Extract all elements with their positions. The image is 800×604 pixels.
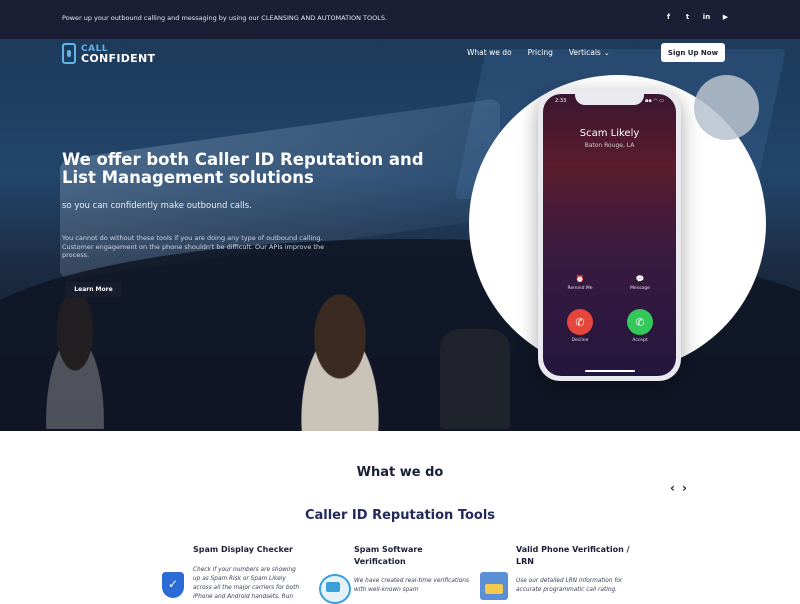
remind-me-action: ⏰ Remind Me <box>560 275 600 291</box>
linkedin-icon[interactable]: in <box>702 13 711 21</box>
nav-item-what-we-do[interactable]: What we do <box>467 48 512 57</box>
youtube-icon[interactable]: ▶ <box>721 13 730 21</box>
phone-home-indicator <box>585 370 635 372</box>
shield-check-icon <box>160 572 188 600</box>
top-announcement-bar: Power up your outbound calling and messa… <box>0 0 800 39</box>
lrn-document-icon <box>480 572 508 600</box>
phone-status-icons: ▪▪ ◠ ▭ <box>644 98 664 104</box>
nav-item-verticals-label: Verticals <box>568 48 601 57</box>
sign-up-button[interactable]: Sign Up Now <box>661 43 725 62</box>
hero-background-chair <box>440 329 510 429</box>
caller-name: Scam Likely <box>579 128 640 139</box>
card-title-spam-display[interactable]: Spam Display Checker <box>193 544 333 556</box>
main-navigation: CALL CONFIDENT What we do Pricing Vertic… <box>0 39 800 67</box>
alarm-icon: ⏰ <box>575 275 585 283</box>
learn-more-button[interactable]: Learn More <box>65 282 122 297</box>
nav-item-pricing[interactable]: Pricing <box>528 48 553 57</box>
phone-notch <box>575 94 644 105</box>
carousel-next-arrow-icon[interactable]: › <box>682 481 687 495</box>
card-text-lrn: Use our detailed LRN information for acc… <box>516 578 623 593</box>
hero-paragraph: You cannot do without these tools if you… <box>62 234 325 259</box>
phone-logo-icon <box>62 43 76 64</box>
section-subheading: Caller ID Reputation Tools <box>304 508 496 523</box>
caller-location: Baton Rouge, LA <box>584 142 635 149</box>
social-links: f t in ▶ <box>664 13 730 21</box>
section-heading: What we do <box>356 465 444 480</box>
announcement-text: Power up your outbound calling and messa… <box>62 14 388 22</box>
carousel-arrows: ‹ › <box>670 481 687 495</box>
nav-menu: What we do Pricing Verticals ⌄ <box>467 48 610 57</box>
message-label: Message <box>630 286 650 291</box>
chevron-down-icon: ⌄ <box>603 49 610 57</box>
phone-screen: 2:33 ▪▪ ◠ ▭ Scam Likely Baton Rouge, LA … <box>543 94 676 376</box>
logo-text-line2: CONFIDENT <box>81 51 156 65</box>
decorative-circle <box>694 75 759 140</box>
decline-call-icon: ✆ <box>567 309 593 335</box>
hero-title: We offer both Caller ID Reputation and L… <box>62 150 424 187</box>
card-title-lrn[interactable]: Valid Phone Verification / LRN <box>516 544 641 568</box>
message-action: 💬 Message <box>620 275 660 291</box>
hero-subtitle: so you can confidently make outbound cal… <box>62 201 252 211</box>
message-bubble-icon: 💬 <box>635 275 645 283</box>
hero-background-person <box>30 289 120 429</box>
site-logo[interactable]: CALL CONFIDENT <box>62 43 155 64</box>
remind-me-label: Remind Me <box>567 286 593 291</box>
phone-mockup: 2:33 ▪▪ ◠ ▭ Scam Likely Baton Rouge, LA … <box>538 89 681 381</box>
accept-label: Accept <box>632 338 648 343</box>
accept-call-icon: ✆ <box>627 309 653 335</box>
card-text-spam-software: We have created real-time verifications … <box>354 578 470 593</box>
card-text-spam-display: Check if your numbers are showing up as … <box>193 567 300 600</box>
nav-item-verticals[interactable]: Verticals ⌄ <box>569 48 610 57</box>
twitter-icon[interactable]: t <box>683 13 692 21</box>
facebook-icon[interactable]: f <box>664 13 673 21</box>
decline-label: Decline <box>571 338 589 343</box>
carousel-prev-arrow-icon[interactable]: ‹ <box>670 481 675 495</box>
hero-agent-photo <box>280 284 400 431</box>
card-title-spam-software[interactable]: Spam Software Verification <box>354 544 474 568</box>
phone-time: 2:33 <box>555 98 567 104</box>
id-card-icon <box>319 574 351 604</box>
